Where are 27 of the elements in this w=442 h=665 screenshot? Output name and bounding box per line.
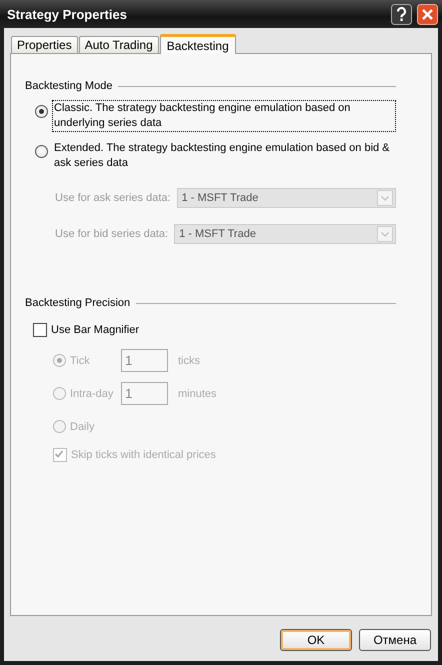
radio-label: Intra-day xyxy=(70,388,114,400)
tab[interactable]: Auto Trading xyxy=(78,36,159,53)
radio-button[interactable] xyxy=(35,105,48,118)
radio-label: Daily xyxy=(70,420,96,432)
checkbox[interactable] xyxy=(33,323,47,337)
radio-button[interactable] xyxy=(35,145,48,158)
option-label: Classic. The strategy backtesting engine emulation based on underlying series data xyxy=(52,100,396,132)
window-title: Strategy Properties xyxy=(7,6,128,22)
cancel-button[interactable]: Отмена xyxy=(359,629,431,651)
unit-label: minutes xyxy=(178,388,217,400)
group-title: Backtesting Precision xyxy=(25,297,130,309)
ok-button[interactable]: OK xyxy=(280,629,352,651)
tab[interactable]: Properties xyxy=(11,36,78,53)
tab[interactable]: Backtesting xyxy=(160,34,236,54)
group-title: Backtesting Mode xyxy=(25,80,112,92)
field-label: Use for ask series data: xyxy=(55,192,171,204)
field-label: Use for bid series data: xyxy=(55,228,168,240)
option-label: Extended. The strategy backtesting engine emulation based on bid & ask series data xyxy=(53,141,391,171)
chevron-down-icon xyxy=(377,226,393,242)
checkbox-label: Skip ticks with identical prices xyxy=(71,449,216,461)
close-icon[interactable] xyxy=(417,4,438,24)
help-icon[interactable] xyxy=(391,4,412,24)
checkbox-label: Use Bar Magnifier xyxy=(51,324,140,336)
chevron-down-icon xyxy=(377,190,393,206)
checkmark-icon xyxy=(54,449,64,459)
radio-label: Tick xyxy=(70,354,91,366)
unit-label: ticks xyxy=(178,354,200,366)
